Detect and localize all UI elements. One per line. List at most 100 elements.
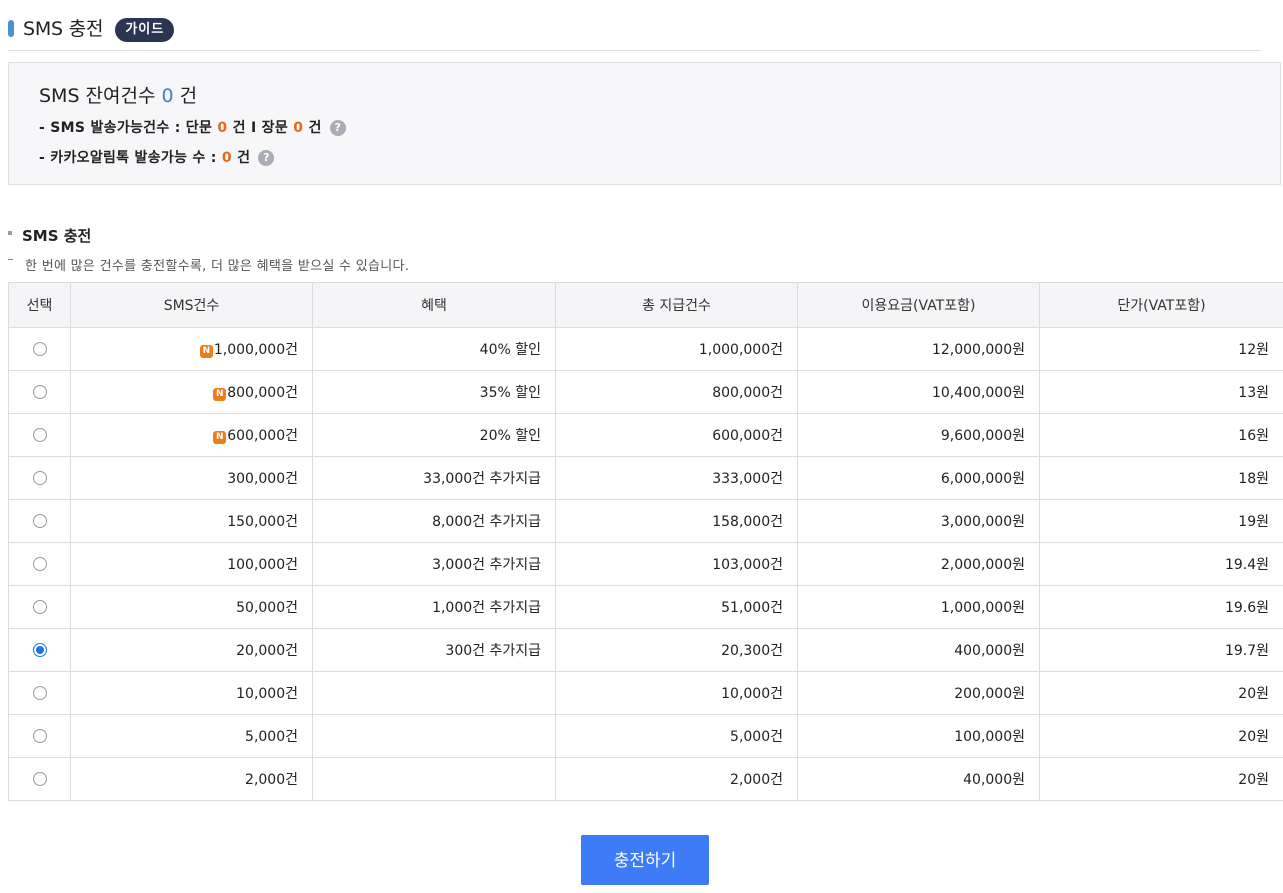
radio-button[interactable] (32, 385, 47, 399)
total-count-cell: 103,000건 (555, 542, 798, 586)
unit-price-cell: 18원 (1039, 456, 1283, 500)
remaining-label: SMS 잔여건수 (39, 85, 156, 107)
benefit-cell: 35% 할인 (312, 370, 556, 414)
select-cell (8, 714, 71, 758)
benefit-cell: 20% 할인 (312, 413, 556, 457)
unit-price-cell: 19.4원 (1039, 542, 1283, 586)
table-row[interactable]: N 800,000건 35% 할인 800,000건 10,400,000원 13원 (8, 370, 1283, 414)
sms-count-cell: 50,000건 (70, 585, 313, 629)
price-cell: 100,000원 (797, 714, 1040, 758)
sms-count: 50,000건 (236, 600, 298, 616)
total-count-cell: 1,000,000건 (555, 327, 798, 371)
radio-button-selected[interactable] (32, 643, 47, 657)
select-cell (8, 671, 71, 715)
kakao-count: 0 (221, 150, 232, 166)
price-cell: 9,600,000원 (797, 413, 1040, 457)
remaining-count: SMS 잔여건수 0 건 (39, 81, 197, 108)
price-cell: 400,000원 (797, 628, 1040, 672)
sms-count: 5,000건 (245, 729, 298, 745)
radio-button[interactable] (32, 471, 47, 485)
sms-count: 150,000건 (227, 514, 298, 530)
total-count-cell: 10,000건 (555, 671, 798, 715)
table-row[interactable]: N 1,000,000건 40% 할인 1,000,000건 12,000,000원 12… (8, 327, 1283, 371)
unit-price-cell: 19.7원 (1039, 628, 1283, 672)
benefit-cell: 1,000건 추가지급 (312, 585, 556, 629)
radio-button[interactable] (32, 686, 47, 700)
sms-count: 800,000건 (227, 385, 298, 401)
separator: I (250, 120, 257, 136)
table-row[interactable]: 10,000건 10,000건 200,000원 20원 (8, 671, 1283, 715)
page-header: SMS 충전 가이드 (8, 14, 1261, 51)
long-message-count: 0 (293, 120, 304, 136)
unit-price-cell: 20원 (1039, 671, 1283, 715)
sms-count-cell: 300,000건 (70, 456, 313, 500)
table-row[interactable]: 5,000건 5,000건 100,000원 20원 (8, 714, 1283, 758)
long-message-unit: 건 (308, 120, 322, 136)
price-cell: 2,000,000원 (797, 542, 1040, 586)
table-row[interactable]: 300,000건 33,000건 추가지급 333,000건 6,000,000원 18… (8, 456, 1283, 500)
price-cell: 3,000,000원 (797, 499, 1040, 543)
total-count-cell: 20,300건 (555, 628, 798, 672)
sms-count-cell: 2,000건 (70, 757, 313, 801)
radio-button[interactable] (32, 557, 47, 571)
select-cell (8, 456, 71, 500)
table-row[interactable]: 100,000건 3,000건 추가지급 103,000건 2,000,000원 19.… (8, 542, 1283, 586)
radio-button[interactable] (32, 772, 47, 786)
column-header-sms-count: SMS건수 (70, 282, 313, 328)
kakao-label: - 카카오알림톡 발송가능 수 : (39, 150, 217, 166)
select-cell (8, 327, 71, 371)
total-count-cell: 800,000건 (555, 370, 798, 414)
long-message-label: 장문 (261, 120, 289, 136)
section-description: 한 번에 많은 건수를 충전할수록, 더 많은 혜택을 받으실 수 있습니다. (8, 255, 409, 274)
charge-button[interactable]: 충전하기 (581, 835, 709, 885)
column-header-unit-price: 단가(VAT포함) (1039, 282, 1283, 328)
select-cell (8, 757, 71, 801)
unit-price-cell: 19.6원 (1039, 585, 1283, 629)
sms-count-cell: N 800,000건 (70, 370, 313, 414)
select-cell (8, 542, 71, 586)
kakao-sendable-line: - 카카오알림톡 발송가능 수 : 0 건 ? (39, 147, 275, 167)
table-row[interactable]: 150,000건 8,000건 추가지급 158,000건 3,000,000원 19원 (8, 499, 1283, 543)
help-icon[interactable]: ? (258, 150, 275, 166)
total-count-cell: 5,000건 (555, 714, 798, 758)
help-icon[interactable]: ? (329, 120, 346, 136)
table-row[interactable]: N 600,000건 20% 할인 600,000건 9,600,000원 16원 (8, 413, 1283, 457)
benefit-cell (312, 714, 556, 758)
bullet-icon (8, 231, 12, 235)
price-cell: 40,000원 (797, 757, 1040, 801)
radio-button[interactable] (32, 729, 47, 743)
page-title: SMS 충전 (23, 18, 104, 40)
benefit-cell (312, 757, 556, 801)
price-cell: 6,000,000원 (797, 456, 1040, 500)
sms-count: 300,000건 (227, 471, 298, 487)
table-body: N 1,000,000건 40% 할인 1,000,000건 12,000,000원 12… (8, 327, 1283, 801)
kakao-unit: 건 (237, 150, 251, 166)
sms-count: 20,000건 (236, 643, 298, 659)
radio-button[interactable] (32, 514, 47, 528)
sms-count-cell: 100,000건 (70, 542, 313, 586)
column-header-select: 선택 (8, 282, 71, 328)
table-row[interactable]: 50,000건 1,000건 추가지급 51,000건 1,000,000원 19.6원 (8, 585, 1283, 629)
section-title: SMS 충전 (8, 225, 91, 246)
radio-button[interactable] (32, 428, 47, 442)
sms-sendable-line: - SMS 발송가능건수 : 단문 0 건 I 장문 0 건 ? (39, 117, 346, 137)
title-marker-icon (8, 20, 14, 37)
radio-button[interactable] (32, 600, 47, 614)
unit-price-cell: 20원 (1039, 757, 1283, 801)
sms-count-cell: 150,000건 (70, 499, 313, 543)
price-cell: 12,000,000원 (797, 327, 1040, 371)
benefit-cell (312, 671, 556, 715)
select-cell (8, 413, 71, 457)
radio-button[interactable] (32, 342, 47, 356)
sms-count-cell: 5,000건 (70, 714, 313, 758)
table-row[interactable]: 20,000건 300건 추가지급 20,300건 400,000원 19.7원 (8, 628, 1283, 672)
sms-count: 2,000건 (245, 772, 298, 788)
table-row[interactable]: 2,000건 2,000건 40,000원 20원 (8, 757, 1283, 801)
guide-button[interactable]: 가이드 (115, 18, 175, 42)
unit-price-cell: 13원 (1039, 370, 1283, 414)
table-header-row: 선택 SMS건수 혜택 총 지급건수 이용요금(VAT포함) 단가(VAT포함) (8, 282, 1283, 328)
sms-count-cell: N 1,000,000건 (70, 327, 313, 371)
section-title-text: SMS 충전 (22, 227, 92, 245)
select-cell (8, 628, 71, 672)
sms-balance-summary: SMS 잔여건수 0 건 - SMS 발송가능건수 : 단문 0 건 I 장문 … (8, 62, 1281, 185)
